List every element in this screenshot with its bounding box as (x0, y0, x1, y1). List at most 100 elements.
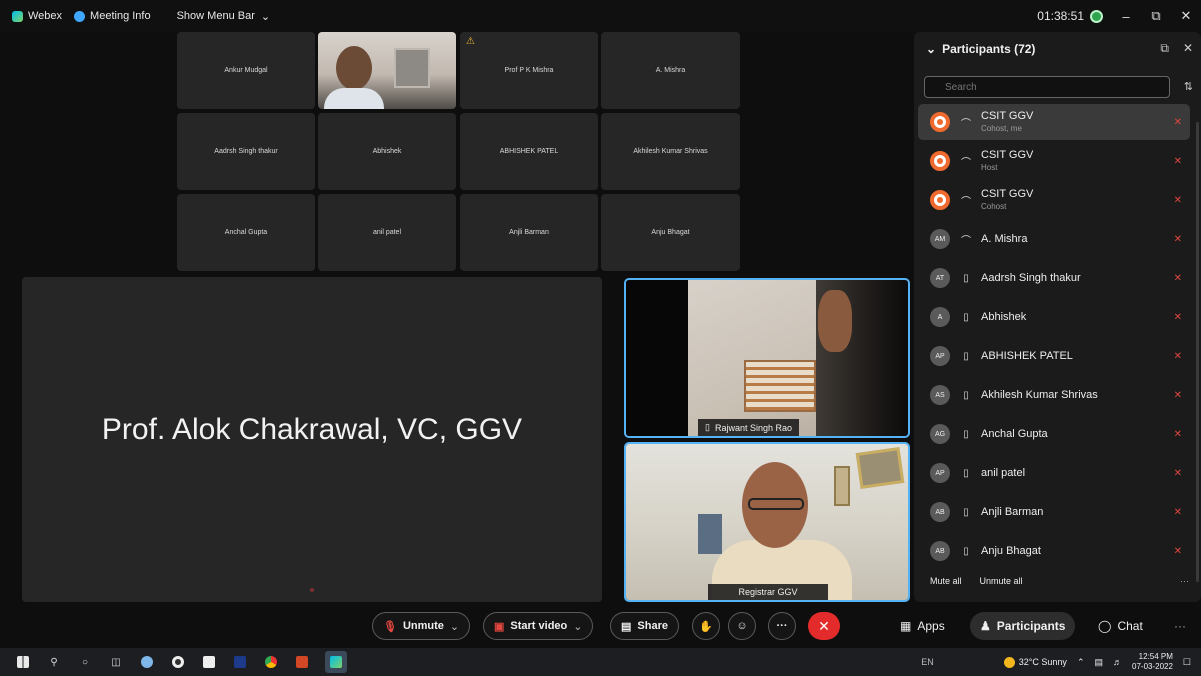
mic-muted-icon[interactable]: ✕ (1174, 195, 1182, 206)
participant-list-scrollbar[interactable] (1196, 122, 1199, 582)
participants-header[interactable]: ⌄ Participants (72) (926, 42, 1035, 56)
more-options-icon[interactable]: ··· (1180, 576, 1189, 586)
participant-name-block: Abhishek (981, 311, 1026, 323)
mic-muted-icon[interactable]: ✕ (1174, 468, 1182, 479)
maps-icon[interactable] (170, 654, 186, 670)
powerpoint-icon[interactable] (294, 654, 310, 670)
participant-tile[interactable]: Akhilesh Kumar Shrivas (601, 113, 740, 190)
raise-hand-button[interactable]: ✋ (692, 612, 720, 640)
reactions-button[interactable]: ☺ (728, 612, 756, 640)
close-icon[interactable]: ✕ (1179, 8, 1193, 24)
system-clock[interactable]: 12:54 PM 07-03-2022 (1132, 652, 1173, 672)
share-button[interactable]: ▤ Share (610, 612, 679, 640)
tile-name: Aadrsh Singh thakur (214, 148, 278, 155)
participant-tile[interactable]: Anjli Barman (460, 194, 598, 271)
network-icon[interactable]: ▤ (1094, 657, 1103, 668)
participant-tile[interactable]: Aadrsh Singh thakur (177, 113, 315, 190)
apps-label: Apps (917, 619, 945, 633)
search-icon[interactable]: ⚲ (46, 654, 62, 670)
participant-row[interactable]: AM ⌒ A. Mishra ✕ (918, 221, 1190, 257)
more-options-button[interactable]: ··· (768, 612, 796, 640)
participant-row[interactable]: AT ▯ Aadrsh Singh thakur ✕ (918, 260, 1190, 296)
tile-name: Prof P K Mishra (504, 67, 554, 74)
participant-name-block: anil patel (981, 467, 1025, 479)
task-view-icon[interactable]: ◫ (108, 654, 124, 670)
meeting-info-button[interactable]: Meeting Info (74, 10, 151, 22)
participant-row[interactable]: AB ▯ Anju Bhagat ✕ (918, 533, 1190, 569)
weather-text[interactable]: 32°C Sunny (1019, 657, 1067, 667)
photoshop-icon[interactable] (232, 654, 248, 670)
chat-button[interactable]: ◯ Chat (1088, 612, 1153, 640)
mic-muted-icon[interactable]: ✕ (1174, 507, 1182, 518)
participant-tile[interactable]: Anchal Gupta (177, 194, 315, 271)
chat-app-icon[interactable] (201, 654, 217, 670)
weather-sun-icon (1003, 656, 1015, 668)
participant-row[interactable]: AG ▯ Anchal Gupta ✕ (918, 416, 1190, 452)
minimize-icon[interactable]: – (1119, 9, 1133, 24)
mic-muted-icon[interactable]: ✕ (1174, 390, 1182, 401)
mic-muted-icon[interactable]: ✕ (1174, 546, 1182, 557)
mic-muted-icon[interactable]: ✕ (1174, 312, 1182, 323)
mic-muted-icon[interactable]: ✕ (1174, 273, 1182, 284)
video-tile-rajwant[interactable]: ▯ Rajwant Singh Rao (624, 278, 910, 438)
active-speaker-stage[interactable]: Prof. Alok Chakrawal, VC, GGV (22, 277, 602, 602)
close-icon[interactable]: ✕ (1183, 41, 1193, 56)
webex-taskbar-icon[interactable] (325, 651, 347, 673)
mute-all-button[interactable]: Mute all (930, 576, 962, 586)
chat-label: Chat (1117, 619, 1143, 633)
mic-muted-icon[interactable]: ✕ (1174, 156, 1182, 167)
search-app-icon[interactable] (139, 654, 155, 670)
chevron-down-icon[interactable]: ⌄ (573, 620, 582, 633)
popout-icon[interactable]: ⧉ (1160, 41, 1169, 56)
notification-icon[interactable]: ☐ (1183, 657, 1191, 668)
mic-muted-icon[interactable]: ✕ (1174, 117, 1182, 128)
participant-tile[interactable]: ⚠ Prof P K Mishra (460, 32, 598, 109)
mic-muted-icon[interactable]: ✕ (1174, 234, 1182, 245)
tile-name: anil patel (372, 229, 402, 236)
tray-chevron-icon[interactable]: ⌃ (1077, 657, 1085, 668)
app-tile (330, 656, 342, 668)
language-indicator[interactable]: EN (921, 657, 934, 667)
participant-row[interactable]: ⌒ CSIT GGV Host ✕ (918, 143, 1190, 179)
participant-row[interactable]: A ▯ Abhishek ✕ (918, 299, 1190, 335)
participant-tile[interactable]: Abhishek (318, 113, 456, 190)
participant-row[interactable]: ⌒ CSIT GGV Cohost ✕ (918, 182, 1190, 218)
video-name: Rajwant Singh Rao (714, 422, 792, 433)
participant-search-input[interactable] (924, 76, 1170, 98)
participant-tile[interactable]: A. Mishra (601, 32, 740, 109)
participant-name-block: CSIT GGV Cohost, me (981, 110, 1033, 134)
sort-icon[interactable]: ⇅ (1184, 80, 1193, 93)
start-video-button[interactable]: ▣ Start video ⌄ (483, 612, 594, 640)
participant-tile[interactable]: Anju Bhagat (601, 194, 740, 271)
chrome-icon[interactable] (263, 654, 279, 670)
show-menu-bar-button[interactable]: Show Menu Bar ⌄ (177, 10, 270, 23)
cortana-icon[interactable]: ○ (77, 654, 93, 670)
video-tile-registrar[interactable]: Registrar GGV (624, 442, 910, 602)
mic-muted-icon[interactable]: ✕ (1174, 429, 1182, 440)
participant-video-tile[interactable] (318, 32, 456, 109)
participant-tile[interactable]: Ankur Mudgal (177, 32, 315, 109)
participants-button[interactable]: ♟ Participants (970, 612, 1076, 640)
participant-row[interactable]: AP ▯ anil patel ✕ (918, 455, 1190, 491)
panel-footer: Mute all Unmute all (930, 576, 1023, 586)
app-tile (296, 656, 308, 668)
volume-icon[interactable]: ♬ (1113, 657, 1122, 667)
chevron-down-icon[interactable]: ⌄ (450, 620, 459, 633)
unmute-button[interactable]: 🎙 Unmute ⌄ (372, 612, 471, 640)
participant-row[interactable]: AS ▯ Akhilesh Kumar Shrivas ✕ (918, 377, 1190, 413)
app-tile (265, 656, 277, 668)
participant-row[interactable]: AB ▯ Anjli Barman ✕ (918, 494, 1190, 530)
participant-tile[interactable]: anil patel (318, 194, 456, 271)
connection-status-icon[interactable] (1090, 9, 1103, 23)
participant-tile[interactable]: ABHISHEK PATEL (460, 113, 598, 190)
mic-muted-icon[interactable]: ✕ (1174, 351, 1182, 362)
end-call-button[interactable]: ✕ (808, 612, 840, 640)
apps-button[interactable]: ▦ Apps (890, 612, 955, 640)
restore-icon[interactable]: ⧉ (1149, 8, 1163, 24)
participant-row[interactable]: AP ▯ ABHISHEK PATEL ✕ (918, 338, 1190, 374)
info-icon (74, 10, 86, 22)
unmute-all-button[interactable]: Unmute all (980, 576, 1023, 586)
start-button[interactable] (15, 654, 31, 670)
participant-row[interactable]: ⌒ CSIT GGV Cohost, me ✕ (918, 104, 1190, 140)
more-panels-button[interactable]: ··· (1164, 612, 1196, 640)
